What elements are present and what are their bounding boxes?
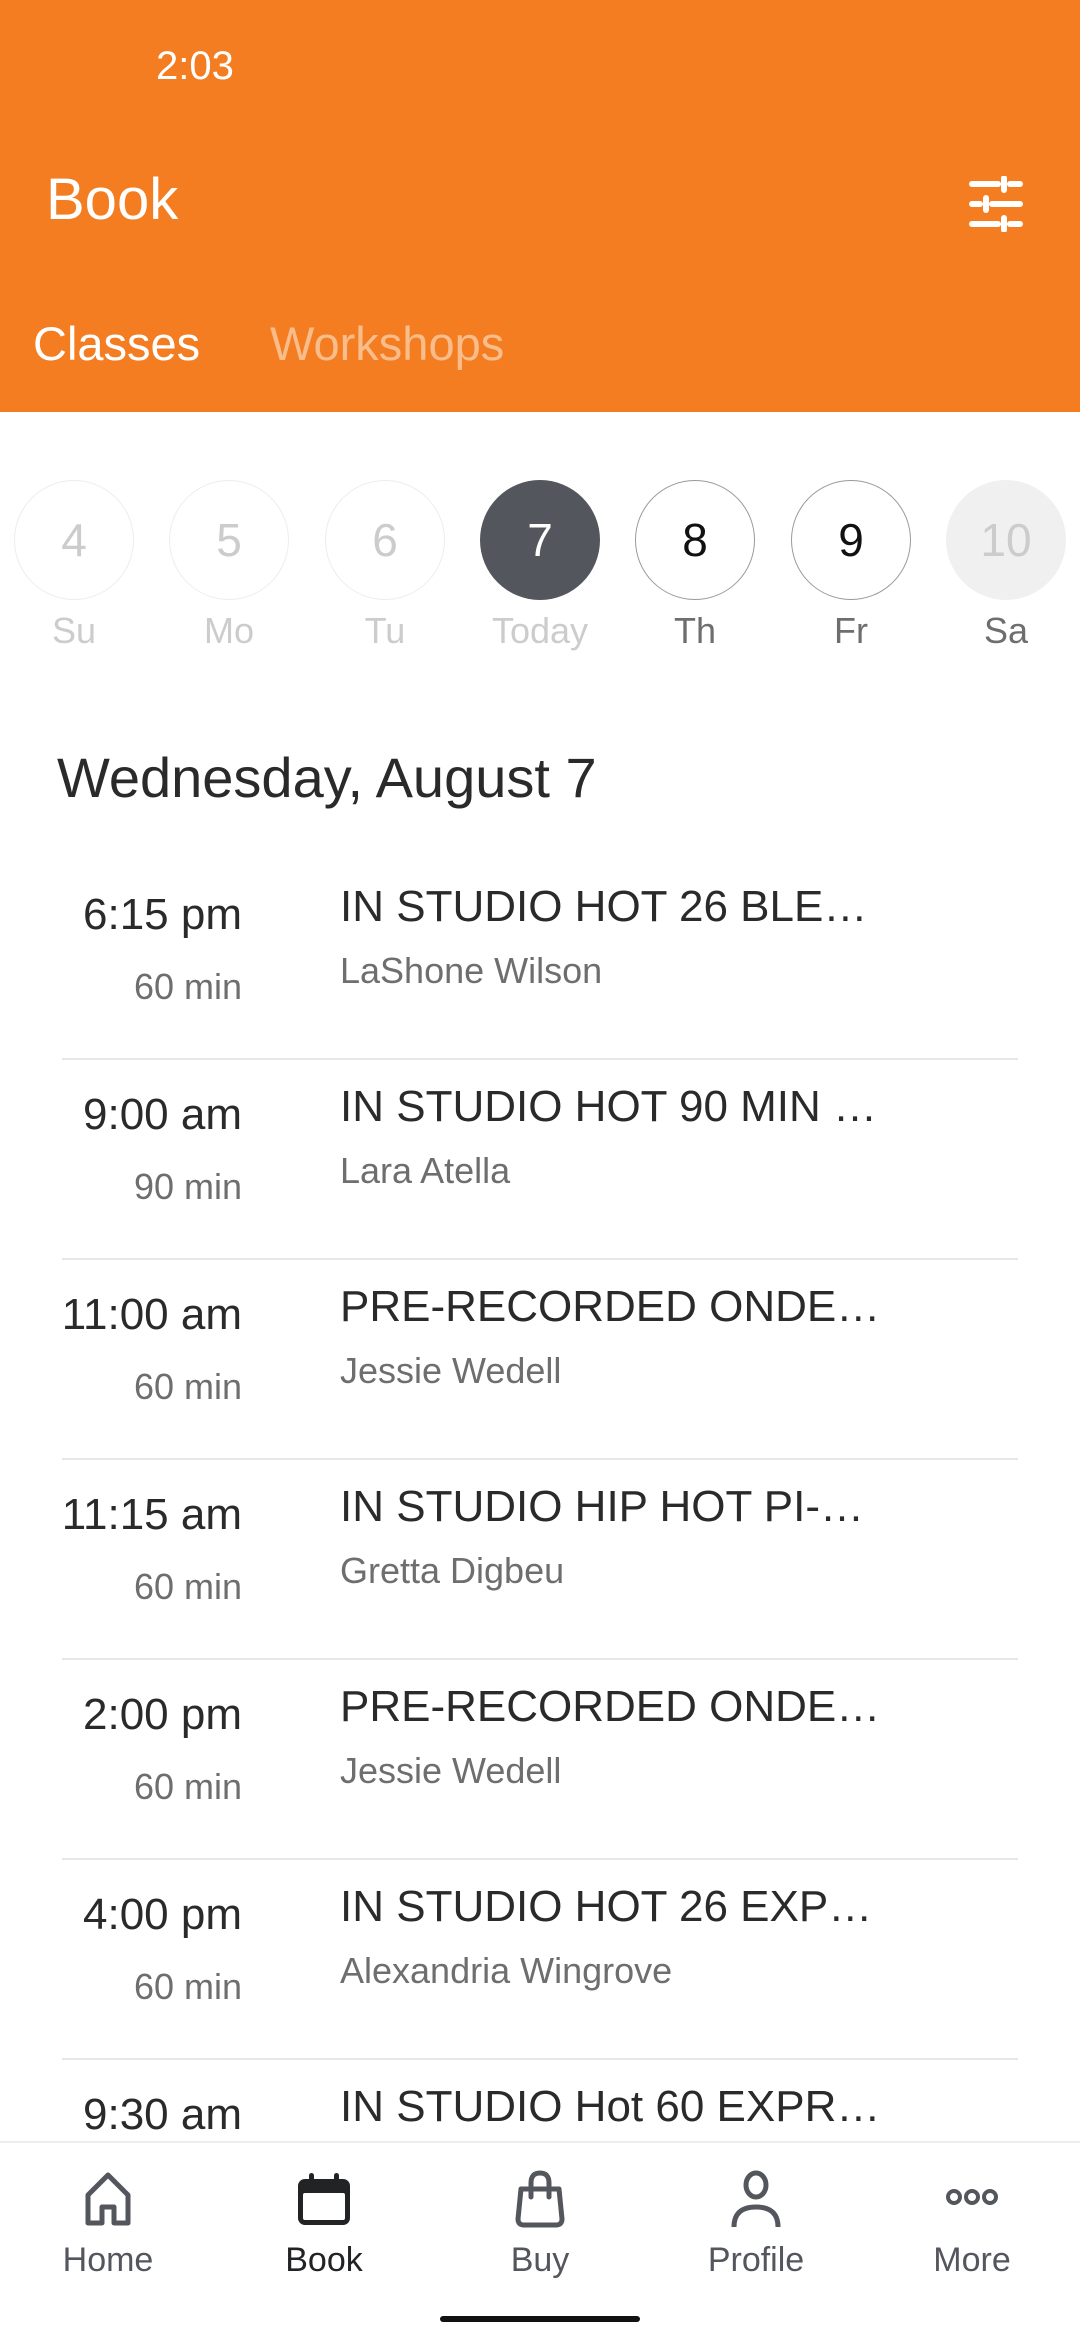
class-time: 11:00 am xyxy=(61,1290,242,1339)
nav-label: More xyxy=(933,2241,1011,2279)
date-strip: 4 Su 5 Mo 6 Tu 7 Today 8 Th 9 Fr 10 Sa xyxy=(0,480,1080,660)
day-label: Today xyxy=(491,610,589,651)
shopping-bag-icon xyxy=(515,2170,565,2228)
day-number: 9 xyxy=(791,480,911,600)
day-chip-selected[interactable]: 7 Today xyxy=(480,480,600,652)
day-chip[interactable]: 10 Sa xyxy=(946,480,1066,652)
class-time: 9:00 am xyxy=(83,1090,242,1139)
day-label: Tu xyxy=(364,610,406,651)
day-label: Sa xyxy=(983,610,1029,651)
status-bar-time: 2:03 xyxy=(156,44,234,88)
class-duration: 60 min xyxy=(133,1366,242,1407)
class-instructor: Jessie Wedell xyxy=(340,1750,562,1791)
class-time: 6:15 pm xyxy=(83,890,242,939)
day-number: 4 xyxy=(14,480,134,600)
class-row[interactable]: 9:00 am 90 min IN STUDIO HOT 90 MIN … La… xyxy=(0,1060,1080,1260)
class-name: IN STUDIO HOT 90 MIN … xyxy=(340,1082,878,1131)
class-row[interactable]: 11:00 am 60 min PRE-RECORDED ONDE… Jessi… xyxy=(0,1260,1080,1460)
tab-workshops[interactable]: Workshops xyxy=(270,316,504,371)
day-number: 5 xyxy=(169,480,289,600)
class-row[interactable]: 11:15 am 60 min IN STUDIO HIP HOT PI-… G… xyxy=(0,1460,1080,1660)
nav-more[interactable]: More xyxy=(864,2163,1080,2280)
class-time: 9:30 am xyxy=(83,2090,242,2139)
person-icon xyxy=(731,2170,781,2228)
day-label: Th xyxy=(673,610,716,651)
class-name: IN STUDIO HOT 26 EXP… xyxy=(340,1882,873,1931)
calendar-icon xyxy=(298,2173,350,2225)
day-chip[interactable]: 9 Fr xyxy=(791,480,911,652)
class-duration: 60 min xyxy=(133,1966,242,2007)
day-chip[interactable]: 8 Th xyxy=(635,480,755,652)
day-label: Su xyxy=(51,610,97,651)
class-time: 2:00 pm xyxy=(83,1690,242,1739)
class-row[interactable]: 2:00 pm 60 min PRE-RECORDED ONDE… Jessie… xyxy=(0,1660,1080,1860)
more-horizontal-icon xyxy=(946,2189,998,2205)
day-number: 10 xyxy=(946,480,1066,600)
home-icon xyxy=(85,2172,131,2226)
day-chip[interactable]: 4 Su xyxy=(14,480,134,652)
class-row[interactable]: 4:00 pm 60 min IN STUDIO HOT 26 EXP… Ale… xyxy=(0,1860,1080,2060)
day-number: 7 xyxy=(480,480,600,600)
class-name: IN STUDIO HOT 26 BLE… xyxy=(340,882,868,931)
class-duration: 90 min xyxy=(133,1166,242,1207)
class-name: PRE-RECORDED ONDE… xyxy=(340,1282,881,1331)
section-date-heading: Wednesday, August 7 xyxy=(57,746,597,809)
class-name: IN STUDIO HIP HOT PI-… xyxy=(340,1482,864,1531)
day-chip[interactable]: 6 Tu xyxy=(325,480,445,652)
nav-book[interactable]: Book xyxy=(216,2163,432,2280)
tab-classes[interactable]: Classes xyxy=(33,316,200,371)
day-label: Fr xyxy=(834,610,868,651)
nav-buy[interactable]: Buy xyxy=(432,2163,648,2280)
class-duration: 60 min xyxy=(133,966,242,1007)
class-row[interactable]: 6:15 pm 60 min IN STUDIO HOT 26 BLE… LaS… xyxy=(0,860,1080,1060)
day-number: 6 xyxy=(325,480,445,600)
day-chip[interactable]: 5 Mo xyxy=(169,480,289,652)
day-label: Mo xyxy=(203,610,254,651)
page-title: Book xyxy=(46,167,179,232)
tune-icon xyxy=(969,175,1023,233)
class-instructor: Jessie Wedell xyxy=(340,1350,562,1391)
day-number: 8 xyxy=(635,480,755,600)
nav-label: Home xyxy=(62,2241,154,2279)
class-duration: 60 min xyxy=(133,1566,242,1607)
nav-label: Buy xyxy=(510,2241,570,2279)
class-instructor: Alexandria Wingrove xyxy=(340,1950,673,1991)
app-header: 2:03 Book Classes Workshops xyxy=(0,0,1080,412)
nav-home[interactable]: Home xyxy=(0,2163,216,2280)
class-instructor: LaShone Wilson xyxy=(340,950,603,991)
class-time: 11:15 am xyxy=(61,1490,242,1539)
class-duration: 60 min xyxy=(133,1766,242,1807)
filter-button[interactable] xyxy=(968,175,1024,233)
bottom-nav: Home Book Buy Profile More xyxy=(0,2141,1080,2340)
class-name: IN STUDIO Hot 60 EXPR… xyxy=(340,2082,881,2131)
nav-profile[interactable]: Profile xyxy=(648,2163,864,2280)
class-name: PRE-RECORDED ONDE… xyxy=(340,1682,881,1731)
home-indicator[interactable] xyxy=(440,2316,640,2322)
class-instructor: Lara Atella xyxy=(340,1150,511,1191)
nav-label: Profile xyxy=(707,2241,805,2279)
class-time: 4:00 pm xyxy=(83,1890,242,1939)
class-list: 6:15 pm 60 min IN STUDIO HOT 26 BLE… LaS… xyxy=(0,860,1080,2260)
class-instructor: Gretta Digbeu xyxy=(340,1550,565,1591)
nav-label: Book xyxy=(285,2241,363,2279)
